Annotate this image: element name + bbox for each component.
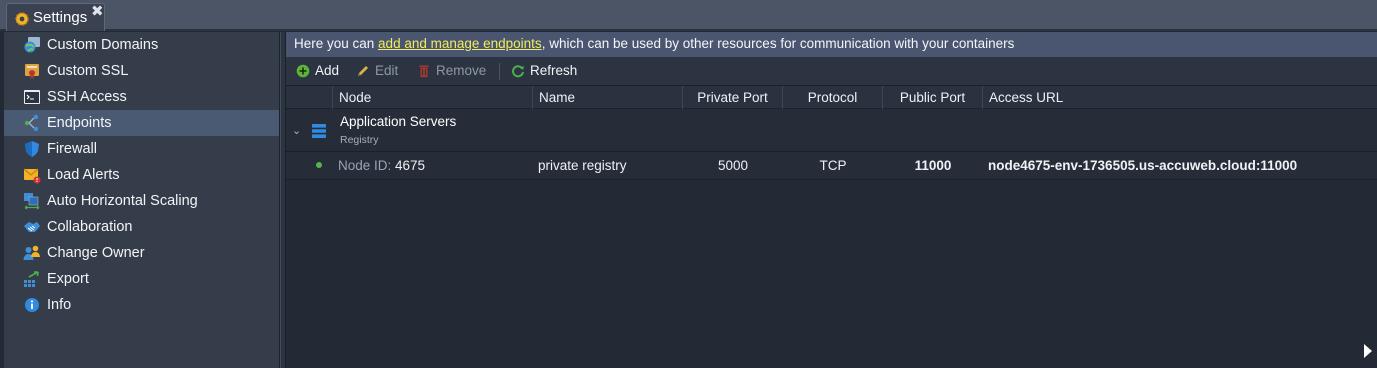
mouse-cursor [1364,344,1372,358]
terminal-icon [24,90,40,104]
table-row[interactable]: Node ID: 4675 private registry 5000 TCP … [286,152,1377,180]
group-title: Application Servers [340,114,457,129]
sidebar-item-export[interactable]: Export [4,266,279,292]
column-header-protocol[interactable]: Protocol [783,86,883,109]
column-header-node[interactable]: Node [333,86,533,109]
alert-envelope-icon [23,168,41,184]
column-header-private-port[interactable]: Private Port [683,86,783,109]
chevron-down-icon[interactable]: ⌄ [292,124,301,137]
sidebar-item-label: Change Owner [47,245,145,261]
tab-settings[interactable]: Settings ✖ [6,3,105,31]
info-prefix: Here you can [294,36,379,51]
refresh-button[interactable]: Refresh [511,63,577,81]
globe-icon [24,37,40,53]
endpoints-icon [24,114,39,132]
ssl-certificate-icon [25,64,39,79]
server-stack-icon [312,124,326,138]
sidebar-item-custom-domains[interactable]: Custom Domains [4,32,279,58]
scaling-icon [24,193,40,210]
group-row-application-servers[interactable]: ⌄ Application Servers Registry [286,109,1377,152]
grid-header: Node Name Private Port Protocol Public P… [286,86,1377,109]
column-header-access-url[interactable]: Access URL [983,86,1377,109]
shield-icon [25,141,39,157]
toolbar-separator [499,63,500,80]
toolbar: Add Edit Remove Refresh [286,57,1377,86]
access-url-cell[interactable]: node4675-env-1736505.us-accuweb.cloud:11… [988,158,1297,173]
info-icon [25,298,39,312]
sidebar-item-label: Info [47,297,72,313]
private-port-cell: 5000 [717,158,749,173]
trash-icon [419,65,429,78]
sidebar-item-label: Custom SSL [47,63,129,79]
refresh-label: Refresh [530,63,578,78]
info-text: Here you can add and manage endpoints, w… [294,36,1014,51]
remove-label: Remove [436,63,487,78]
remove-button[interactable]: Remove [417,63,487,81]
users-icon [23,245,40,260]
add-label: Add [315,63,340,78]
pencil-icon [358,66,368,76]
plus-circle-icon [296,64,310,78]
sidebar-item-label: Custom Domains [47,37,159,53]
add-button[interactable]: Add [296,63,340,81]
column-header-public-port[interactable]: Public Port [883,86,983,109]
column-header-name[interactable]: Name [533,86,683,109]
close-icon[interactable]: ✖ [91,2,104,20]
edit-button[interactable]: Edit [356,63,400,81]
column-header-expander [286,86,333,109]
export-icon [24,271,39,287]
tab-title: Settings [33,9,88,26]
sidebar-item-firewall[interactable]: Firewall [4,136,279,162]
sidebar-item-collaboration[interactable]: Collaboration [4,214,279,240]
gear-icon [15,12,29,26]
sidebar-item-label: Endpoints [47,115,112,131]
sidebar-item-label: Load Alerts [47,167,120,183]
node-id-prefix: Node ID: [338,158,396,173]
sidebar-item-endpoints[interactable]: Endpoints [4,110,279,136]
tab-bar: Settings ✖ [0,0,1377,31]
sidebar-item-ssh-access[interactable]: SSH Access [4,84,279,110]
sidebar-item-load-alerts[interactable]: Load Alerts [4,162,279,188]
edit-label: Edit [375,63,399,78]
info-suffix: , which can be used by other resources f… [541,36,1015,51]
sidebar-item-label: Collaboration [47,219,133,235]
group-subtitle: Registry [340,134,379,146]
sidebar-item-label: Firewall [47,141,97,157]
sidebar-item-change-owner[interactable]: Change Owner [4,240,279,266]
sidebar-item-label: Export [47,271,89,287]
protocol-cell: TCP [819,158,847,173]
endpoints-panel: Here you can add and manage endpoints, w… [286,32,1377,368]
node-id: 4675 [395,158,426,173]
sidebar-item-label: Auto Horizontal Scaling [47,193,198,209]
sidebar-item-label: SSH Access [47,89,127,105]
refresh-icon [512,65,524,78]
sidebar-item-info[interactable]: Info [4,292,279,318]
sidebar: Custom Domains Custom SSL SSH Access End… [4,32,280,368]
sidebar-item-auto-horizontal-scaling[interactable]: Auto Horizontal Scaling [4,188,279,214]
manage-endpoints-link[interactable]: add and manage endpoints [378,36,542,51]
sidebar-item-custom-ssl[interactable]: Custom SSL [4,58,279,84]
status-dot [316,162,322,168]
name-cell: private registry [538,158,627,173]
info-banner: Here you can add and manage endpoints, w… [286,32,1377,57]
handshake-icon [24,222,40,232]
public-port-cell: 11000 [914,158,952,173]
node-cell: Node ID: 4675 [338,158,425,173]
